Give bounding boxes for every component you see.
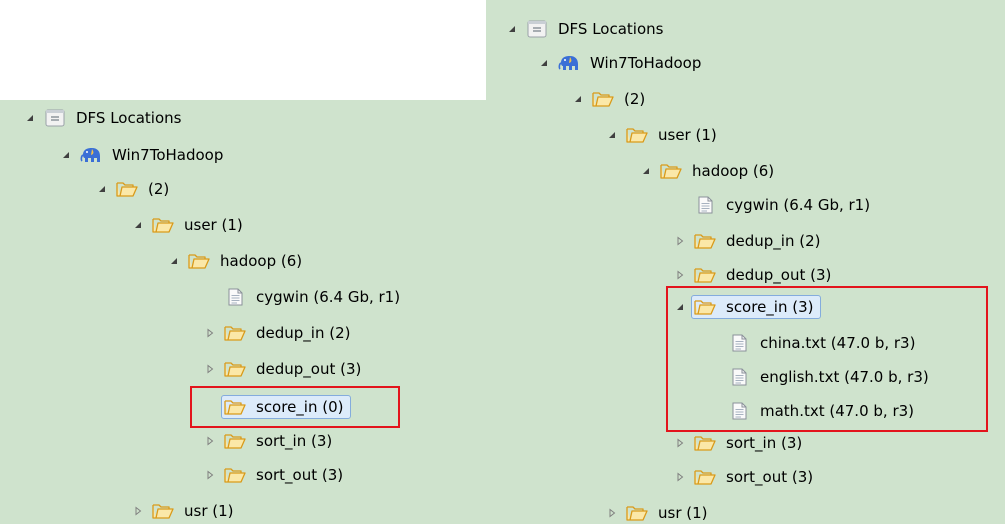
tree-node-label: user (1) bbox=[184, 216, 243, 234]
tree-node-label: DFS Locations bbox=[76, 109, 182, 127]
triangle-expanded-icon[interactable] bbox=[132, 219, 144, 231]
triangle-collapsed-icon[interactable] bbox=[204, 435, 216, 447]
folder-icon bbox=[188, 252, 210, 270]
tree-node-root-dir[interactable]: (2) bbox=[572, 84, 647, 114]
tree-node-label: Win7ToHadoop bbox=[112, 146, 224, 164]
triangle-expanded-icon[interactable] bbox=[506, 23, 518, 35]
tree-node-dfs-locations[interactable]: DFS Locations bbox=[24, 103, 183, 133]
tree-node-sort-out[interactable]: sort_out (3) bbox=[204, 460, 345, 490]
hadoop-elephant-icon bbox=[80, 146, 102, 164]
folder-icon bbox=[626, 126, 648, 144]
tree-node-label: dedup_in (2) bbox=[726, 232, 821, 250]
folder-icon bbox=[152, 502, 174, 520]
tree-node-dedup-out[interactable]: dedup_out (3) bbox=[204, 354, 363, 384]
tree-node-usr[interactable]: usr (1) bbox=[132, 496, 236, 524]
folder-icon bbox=[592, 90, 614, 108]
triangle-collapsed-icon[interactable] bbox=[674, 269, 686, 281]
tree-node-label: usr (1) bbox=[658, 504, 708, 522]
tree-node-label: cygwin (6.4 Gb, r1) bbox=[256, 288, 401, 306]
triangle-expanded-icon[interactable] bbox=[640, 165, 652, 177]
folder-icon bbox=[626, 504, 648, 522]
tree-node-label: hadoop (6) bbox=[220, 252, 303, 270]
folder-icon bbox=[116, 180, 138, 198]
hadoop-elephant-icon bbox=[558, 54, 580, 72]
tree-node-root-dir[interactable]: (2) bbox=[96, 174, 171, 204]
triangle-collapsed-icon[interactable] bbox=[674, 437, 686, 449]
folder-icon bbox=[224, 466, 246, 484]
folder-icon bbox=[694, 468, 716, 486]
tree-node-label: (2) bbox=[624, 90, 646, 108]
tree-node-user[interactable]: user (1) bbox=[606, 120, 719, 150]
tree-node-hadoop[interactable]: hadoop (6) bbox=[640, 156, 776, 186]
folder-icon bbox=[224, 432, 246, 450]
tree-node-label: sort_in (3) bbox=[726, 434, 803, 452]
highlight-box bbox=[190, 386, 400, 428]
tree-node-cygwin[interactable]: cygwin (6.4 Gb, r1) bbox=[674, 190, 872, 220]
triangle-expanded-icon[interactable] bbox=[96, 183, 108, 195]
triangle-expanded-icon[interactable] bbox=[538, 57, 550, 69]
folder-icon bbox=[224, 360, 246, 378]
triangle-collapsed-icon[interactable] bbox=[204, 327, 216, 339]
dfs-locations-icon bbox=[44, 109, 66, 127]
tree-node-label: DFS Locations bbox=[558, 20, 664, 38]
tree-node-label: hadoop (6) bbox=[692, 162, 775, 180]
triangle-collapsed-icon[interactable] bbox=[606, 507, 618, 519]
triangle-collapsed-icon[interactable] bbox=[204, 469, 216, 481]
folder-icon bbox=[694, 434, 716, 452]
tree-node-label: dedup_out (3) bbox=[726, 266, 832, 284]
tree-node-sort-in[interactable]: sort_in (3) bbox=[204, 426, 334, 456]
triangle-collapsed-icon[interactable] bbox=[674, 471, 686, 483]
file-icon bbox=[694, 196, 716, 214]
tree-node-dedup-in[interactable]: dedup_in (2) bbox=[204, 318, 353, 348]
triangle-expanded-icon[interactable] bbox=[24, 112, 36, 124]
triangle-expanded-icon[interactable] bbox=[572, 93, 584, 105]
tree-node-dedup-in[interactable]: dedup_in (2) bbox=[674, 226, 823, 256]
tree-node-label: (2) bbox=[148, 180, 170, 198]
file-icon bbox=[224, 288, 246, 306]
folder-icon bbox=[660, 162, 682, 180]
triangle-collapsed-icon[interactable] bbox=[674, 235, 686, 247]
triangle-expanded-icon[interactable] bbox=[60, 149, 72, 161]
tree-node-server[interactable]: Win7ToHadoop bbox=[538, 48, 703, 78]
tree-node-label: dedup_out (3) bbox=[256, 360, 362, 378]
tree-node-sort-out[interactable]: sort_out (3) bbox=[674, 462, 815, 492]
tree-node-label: sort_in (3) bbox=[256, 432, 333, 450]
tree-node-usr[interactable]: usr (1) bbox=[606, 498, 710, 524]
triangle-collapsed-icon[interactable] bbox=[204, 363, 216, 375]
folder-icon bbox=[152, 216, 174, 234]
left-tree-panel: DFS Locations Win7ToHadoop (2) user (1) … bbox=[0, 100, 486, 524]
tree-node-dfs-locations[interactable]: DFS Locations bbox=[506, 14, 665, 44]
tree-node-label: cygwin (6.4 Gb, r1) bbox=[726, 196, 871, 214]
tree-node-label: sort_out (3) bbox=[726, 468, 814, 486]
tree-node-label: sort_out (3) bbox=[256, 466, 344, 484]
tree-node-sort-in[interactable]: sort_in (3) bbox=[674, 428, 804, 458]
triangle-collapsed-icon[interactable] bbox=[132, 505, 144, 517]
folder-icon bbox=[224, 324, 246, 342]
dfs-locations-icon bbox=[526, 20, 548, 38]
highlight-box bbox=[666, 286, 988, 432]
triangle-expanded-icon[interactable] bbox=[168, 255, 180, 267]
tree-node-cygwin[interactable]: cygwin (6.4 Gb, r1) bbox=[204, 282, 402, 312]
right-tree-panel: DFS Locations Win7ToHadoop (2) user (1) … bbox=[486, 0, 1005, 524]
tree-node-server[interactable]: Win7ToHadoop bbox=[60, 140, 225, 170]
tree-node-user[interactable]: user (1) bbox=[132, 210, 245, 240]
triangle-expanded-icon[interactable] bbox=[606, 129, 618, 141]
tree-node-label: Win7ToHadoop bbox=[590, 54, 702, 72]
tree-node-label: user (1) bbox=[658, 126, 717, 144]
folder-icon bbox=[694, 266, 716, 284]
folder-icon bbox=[694, 232, 716, 250]
tree-node-hadoop[interactable]: hadoop (6) bbox=[168, 246, 304, 276]
tree-node-label: usr (1) bbox=[184, 502, 234, 520]
tree-node-label: dedup_in (2) bbox=[256, 324, 351, 342]
